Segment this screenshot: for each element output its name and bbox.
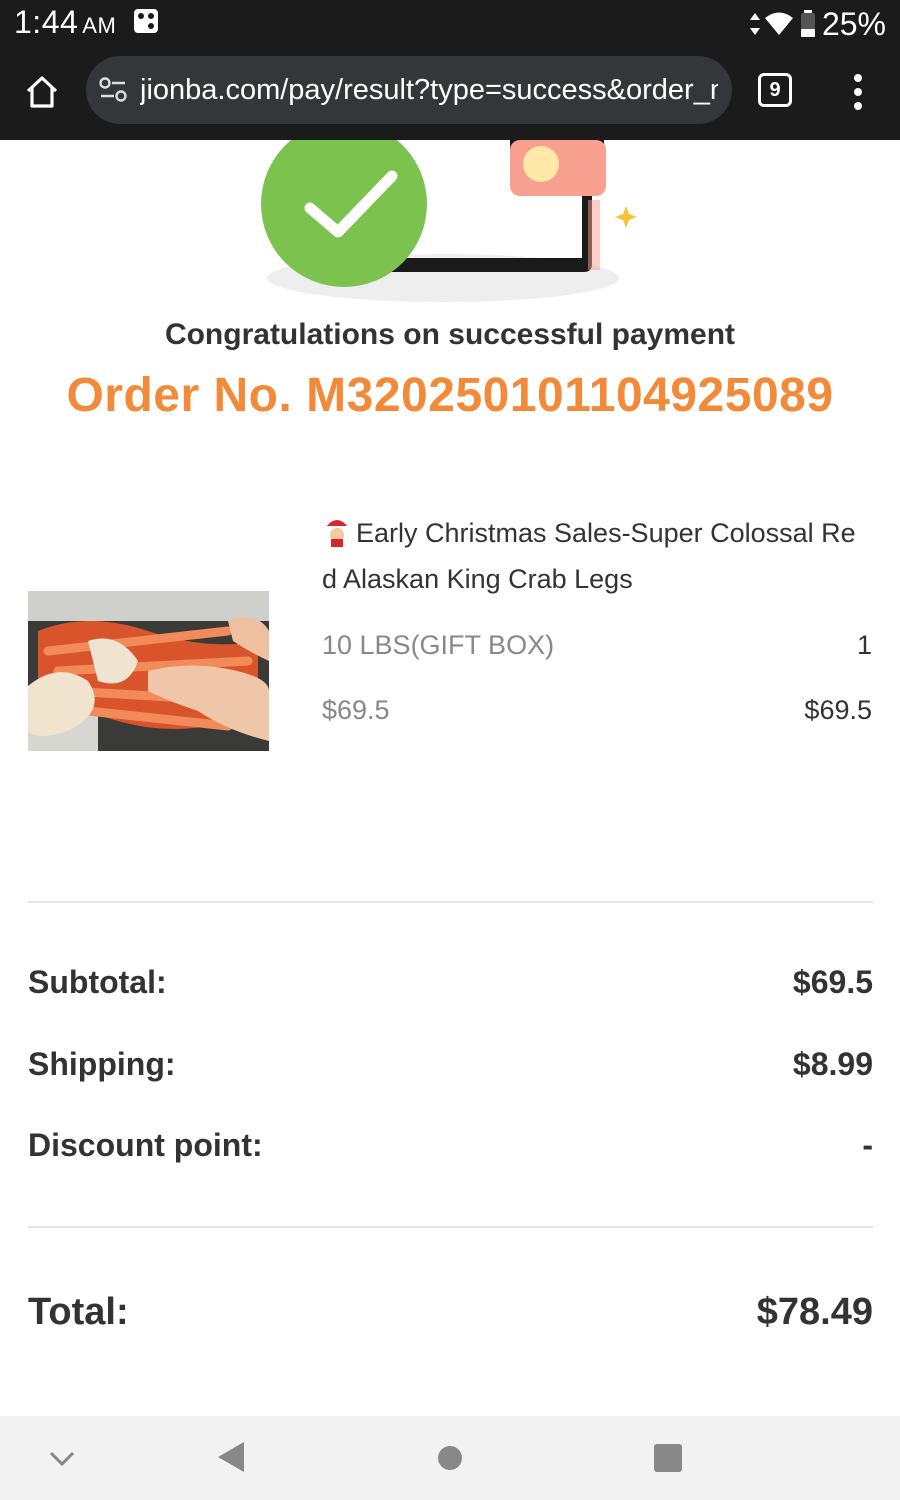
product-title-text: Early Christmas Sales-Super Colossal Red… bbox=[322, 518, 856, 594]
status-bar: 1:44 AM 25% bbox=[0, 0, 900, 48]
total-value: $78.49 bbox=[756, 1291, 873, 1333]
back-icon[interactable] bbox=[216, 1440, 246, 1474]
divider bbox=[28, 901, 873, 903]
product-line-total: $69.5 bbox=[804, 695, 872, 725]
product-quantity: 1 bbox=[856, 630, 872, 660]
recent-apps-icon[interactable] bbox=[654, 1444, 682, 1472]
status-indicators: 25% bbox=[748, 4, 886, 44]
url-text: jionba.com/pay/result?type=success&order… bbox=[140, 74, 718, 106]
product-variant: 10 LBS(GIFT BOX) bbox=[322, 630, 555, 660]
product-title[interactable]: Early Christmas Sales-Super Colossal Red… bbox=[322, 510, 867, 602]
wifi-icon bbox=[764, 12, 793, 35]
payment-success-illustration bbox=[261, 140, 637, 302]
chevron-down-icon[interactable] bbox=[48, 1446, 76, 1470]
shipping-label: Shipping: bbox=[28, 1046, 176, 1082]
product-unit-price: $69.5 bbox=[322, 695, 390, 725]
order-number: Order No. M3202501011049250​89 bbox=[66, 369, 834, 422]
status-clock: 1:44 bbox=[14, 4, 79, 40]
divider bbox=[28, 1226, 873, 1228]
payment-success-title: Congratulations on successful payment bbox=[164, 318, 736, 351]
notification-dice-icon bbox=[134, 9, 158, 33]
site-settings-icon[interactable] bbox=[98, 76, 128, 104]
status-time: 1:44 AM bbox=[14, 4, 116, 41]
browser-toolbar: jionba.com/pay/result?type=success&order… bbox=[0, 48, 900, 140]
total-label: Total: bbox=[28, 1291, 129, 1333]
discount-label: Discount point: bbox=[28, 1127, 263, 1163]
status-ampm: AM bbox=[82, 13, 117, 38]
santa-emoji-icon bbox=[325, 517, 351, 547]
discount-value: - bbox=[862, 1127, 873, 1163]
shipping-value: $8.99 bbox=[792, 1046, 873, 1082]
product-image[interactable] bbox=[28, 591, 269, 751]
subtotal-label: Subtotal: bbox=[28, 964, 167, 1000]
system-navigation-bar bbox=[0, 1416, 900, 1500]
address-bar[interactable]: jionba.com/pay/result?type=success&order… bbox=[86, 56, 732, 124]
battery-percentage: 25% bbox=[821, 5, 886, 42]
home-icon[interactable] bbox=[22, 72, 62, 112]
more-menu-icon[interactable] bbox=[846, 74, 870, 110]
battery-icon bbox=[800, 10, 815, 37]
subtotal-value: $69.5 bbox=[792, 964, 873, 1000]
data-arrows-icon bbox=[749, 13, 760, 35]
home-nav-icon[interactable] bbox=[438, 1446, 462, 1470]
tab-switcher-button[interactable]: 9 bbox=[758, 73, 792, 107]
